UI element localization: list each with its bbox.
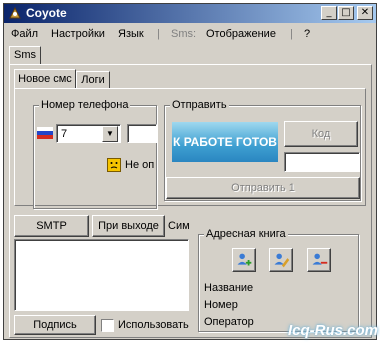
watermark: Icq-Rus.com xyxy=(288,322,379,339)
minimize-button[interactable]: _ xyxy=(321,6,337,20)
status-banner-text: К РАБОТЕ ГОТОВ xyxy=(173,135,277,149)
smtp-button-label: SMTP xyxy=(36,220,67,232)
country-code-value: 7 xyxy=(61,128,68,140)
tab-sms-label: Sms xyxy=(14,49,36,61)
menu-sms-label: Sms: xyxy=(171,28,197,40)
menu-separator: | xyxy=(290,28,293,40)
minimize-icon: _ xyxy=(326,7,332,18)
edit-contact-icon xyxy=(274,253,290,268)
code-button[interactable]: Код xyxy=(284,121,358,147)
address-book-label: Адресная книга xyxy=(204,228,288,240)
add-contact-button[interactable] xyxy=(232,248,256,272)
send-button-label: Отправить 1 xyxy=(231,182,295,194)
signature-button[interactable]: Подпись xyxy=(14,315,96,335)
tab-logs-label: Логи xyxy=(81,74,105,86)
menu-file[interactable]: Файл xyxy=(11,28,38,40)
code-button-label: Код xyxy=(311,128,331,140)
close-icon: ✕ xyxy=(360,7,370,18)
chevron-down-icon[interactable]: ▼ xyxy=(102,126,118,142)
window-title: Coyote xyxy=(26,6,67,20)
use-checkbox-label: Использовать xyxy=(118,319,189,331)
coyote-app-icon xyxy=(9,6,21,19)
menu-separator: | xyxy=(157,28,160,40)
menu-language[interactable]: Язык xyxy=(118,28,144,40)
phone-status-text: Не оп xyxy=(125,159,155,171)
tab-sms[interactable]: Sms xyxy=(9,46,41,65)
message-textarea[interactable] xyxy=(14,239,189,311)
tab-new-sms[interactable]: Новое смс xyxy=(14,69,76,89)
add-contact-icon xyxy=(237,253,252,266)
menu-bar: Файл Настройки Язык | Sms: Отображение |… xyxy=(4,24,376,44)
phone-number-input[interactable] xyxy=(127,124,157,143)
tab-logs[interactable]: Логи xyxy=(76,71,110,89)
contact-name-label: Название xyxy=(204,282,254,294)
phone-group-label: Номер телефона xyxy=(39,99,131,111)
menu-display[interactable]: Отображение xyxy=(206,28,276,40)
tab-new-sms-label: Новое смс xyxy=(18,73,72,85)
russia-flag-icon xyxy=(37,127,53,139)
sms-panel: Новое смс Логи Номер телефона 7 ▼ Не оп … xyxy=(9,64,372,338)
on-exit-button-label: При выходе xyxy=(98,220,159,232)
country-code-select[interactable]: 7 ▼ xyxy=(56,124,121,143)
new-sms-panel: Номер телефона 7 ▼ Не оп Отправить К РАБ… xyxy=(14,88,366,209)
on-exit-button[interactable]: При выходе xyxy=(92,215,165,237)
menu-settings[interactable]: Настройки xyxy=(51,28,105,40)
code-input[interactable] xyxy=(284,152,360,172)
edit-contact-button[interactable] xyxy=(269,248,293,272)
main-window: Coyote _ □ ✕ Файл Настройки Язык | Sms: … xyxy=(3,3,377,340)
delete-contact-icon xyxy=(312,253,328,265)
phone-groupbox xyxy=(33,105,157,209)
warning-face-icon xyxy=(107,158,121,172)
send-group-label: Отправить xyxy=(170,99,229,111)
maximize-button[interactable]: □ xyxy=(338,6,354,20)
contact-number-label: Номер xyxy=(204,299,238,311)
title-bar[interactable]: Coyote _ □ ✕ xyxy=(4,4,376,23)
contact-operator-label: Оператор xyxy=(204,316,254,328)
sim-label: Сим xyxy=(168,220,190,232)
delete-contact-button[interactable] xyxy=(307,248,331,272)
signature-button-label: Подпись xyxy=(33,319,77,331)
smtp-button[interactable]: SMTP xyxy=(14,215,89,237)
use-checkbox[interactable] xyxy=(101,319,114,332)
menu-help[interactable]: ? xyxy=(304,28,310,40)
send-button[interactable]: Отправить 1 xyxy=(166,177,360,199)
maximize-icon: □ xyxy=(341,7,351,18)
close-button[interactable]: ✕ xyxy=(357,6,373,20)
status-banner: К РАБОТЕ ГОТОВ xyxy=(172,122,278,162)
